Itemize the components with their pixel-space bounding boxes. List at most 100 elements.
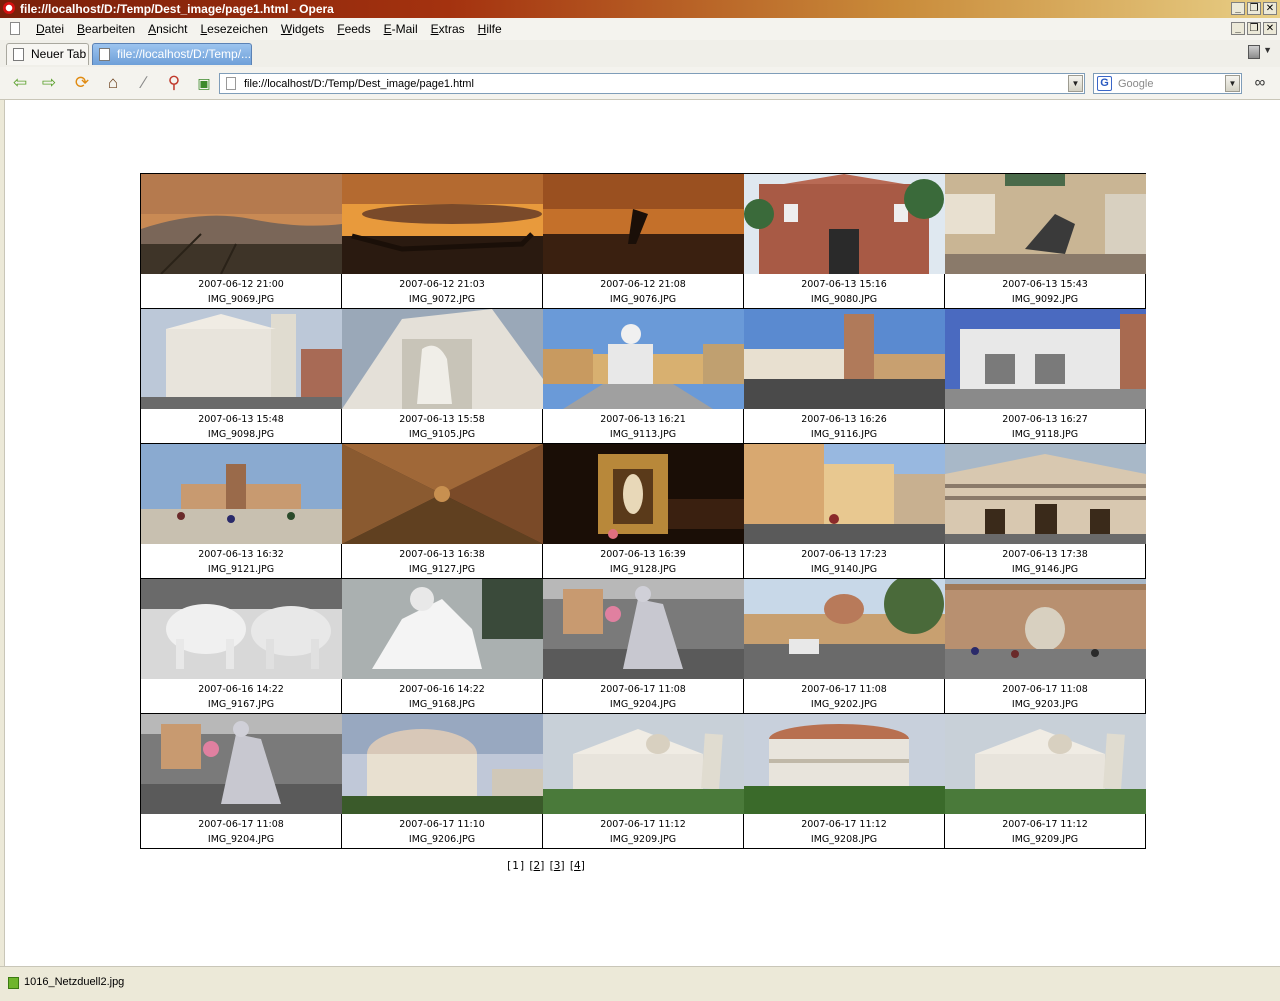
pagination: [1] [2] [3] [4] bbox=[5, 860, 1087, 872]
photo-thumbnail[interactable] bbox=[945, 309, 1146, 409]
doc-close-button[interactable]: ✕ bbox=[1263, 22, 1277, 35]
chevron-down-icon[interactable]: ▼ bbox=[1263, 45, 1272, 55]
photo-thumbnail[interactable] bbox=[945, 579, 1146, 679]
photo-filename: IMG_9069.JPG bbox=[207, 294, 275, 305]
photo-image bbox=[342, 174, 543, 274]
photo-date: 2007-06-13 16:38 bbox=[399, 549, 485, 560]
photo-thumbnail[interactable] bbox=[342, 579, 543, 679]
photo-thumbnail[interactable] bbox=[945, 714, 1146, 814]
photo-filename: IMG_9168.JPG bbox=[408, 699, 476, 710]
gallery-cell: 2007-06-13 15:58 IMG_9105.JPG bbox=[341, 308, 543, 444]
tab-bar: Neuer Tab file://localhost/D:/Temp/... bbox=[0, 40, 1280, 68]
search-dropdown-icon[interactable]: ▼ bbox=[1225, 75, 1240, 92]
photo-thumbnail[interactable] bbox=[141, 444, 342, 544]
photo-thumbnail[interactable] bbox=[543, 714, 744, 814]
gallery-cell: 2007-06-13 15:48 IMG_9098.JPG bbox=[140, 308, 342, 444]
document-icon[interactable] bbox=[10, 22, 20, 35]
photo-caption: 2007-06-13 16:32 IMG_9121.JPG bbox=[141, 547, 341, 577]
photo-thumbnail[interactable] bbox=[543, 444, 744, 544]
photo-caption: 2007-06-13 15:58 IMG_9105.JPG bbox=[342, 412, 542, 442]
photo-thumbnail[interactable] bbox=[141, 714, 342, 814]
address-toolbar: ⇦ ⇨ ⟳ ⌂ ∕ ⚲ ▣ ▼ G ▼ ∞ bbox=[0, 67, 1280, 100]
trash-icon[interactable] bbox=[1248, 45, 1260, 59]
photo-thumbnail[interactable] bbox=[342, 309, 543, 409]
gallery-cell: 2007-06-17 11:08 IMG_9202.JPG bbox=[743, 578, 945, 714]
photo-thumbnail[interactable] bbox=[945, 444, 1146, 544]
photo-image bbox=[744, 579, 945, 679]
glasses-icon[interactable]: ∞ bbox=[1249, 72, 1271, 94]
url-input[interactable] bbox=[244, 75, 1064, 92]
wand-icon[interactable]: ∕ bbox=[133, 72, 155, 94]
gallery-row: 2007-06-13 15:48 IMG_9098.JPG 2007-06-13 1… bbox=[140, 308, 1146, 444]
photo-filename: IMG_9203.JPG bbox=[1011, 699, 1079, 710]
doc-restore-button[interactable]: ❐ bbox=[1247, 22, 1261, 35]
photo-image bbox=[744, 174, 945, 274]
photo-caption: 2007-06-17 11:12 IMG_9209.JPG bbox=[945, 817, 1145, 847]
google-icon[interactable]: G bbox=[1097, 76, 1112, 91]
photo-thumbnail[interactable] bbox=[141, 174, 342, 274]
photo-thumbnail[interactable] bbox=[744, 309, 945, 409]
minimize-button[interactable]: _ bbox=[1231, 2, 1245, 15]
gallery-cell: 2007-06-13 15:43 IMG_9092.JPG bbox=[944, 173, 1146, 309]
page-current: [1] bbox=[507, 860, 525, 872]
photo-thumbnail[interactable] bbox=[744, 714, 945, 814]
photo-image bbox=[342, 714, 543, 814]
menu-bearbeiten[interactable]: Bearbeiten bbox=[77, 22, 135, 36]
page-link: [3] bbox=[549, 860, 565, 872]
address-dropdown-icon[interactable]: ▼ bbox=[1068, 75, 1083, 92]
photo-filename: IMG_9076.JPG bbox=[609, 294, 677, 305]
tab-current-page[interactable]: file://localhost/D:/Temp/... bbox=[92, 43, 252, 65]
photo-date: 2007-06-17 11:08 bbox=[1002, 684, 1088, 695]
photo-thumbnail[interactable] bbox=[543, 309, 744, 409]
photo-thumbnail[interactable] bbox=[141, 579, 342, 679]
photo-caption: 2007-06-13 16:38 IMG_9127.JPG bbox=[342, 547, 542, 577]
photo-image bbox=[945, 174, 1146, 274]
photo-thumbnail[interactable] bbox=[543, 579, 744, 679]
bookmark-icon[interactable]: ▣ bbox=[193, 72, 215, 94]
photo-image bbox=[945, 579, 1146, 679]
page-2-link[interactable]: 2 bbox=[534, 860, 541, 872]
home-icon[interactable]: ⌂ bbox=[102, 72, 124, 94]
photo-image bbox=[543, 714, 744, 814]
photo-caption: 2007-06-12 21:08 IMG_9076.JPG bbox=[543, 277, 743, 307]
photo-date: 2007-06-13 17:23 bbox=[801, 549, 887, 560]
menu-widgets[interactable]: Widgets bbox=[281, 22, 324, 36]
photo-thumbnail[interactable] bbox=[945, 174, 1146, 274]
gallery-cell: 2007-06-13 16:27 IMG_9118.JPG bbox=[944, 308, 1146, 444]
photo-thumbnail[interactable] bbox=[342, 714, 543, 814]
photo-caption: 2007-06-17 11:08 IMG_9204.JPG bbox=[543, 682, 743, 712]
photo-thumbnail[interactable] bbox=[744, 444, 945, 544]
photo-thumbnail[interactable] bbox=[744, 174, 945, 274]
photo-thumbnail[interactable] bbox=[342, 174, 543, 274]
photo-filename: IMG_9072.JPG bbox=[408, 294, 476, 305]
photo-thumbnail[interactable] bbox=[141, 309, 342, 409]
photo-thumbnail[interactable] bbox=[744, 579, 945, 679]
menu-hilfe[interactable]: Hilfe bbox=[478, 22, 502, 36]
page-3-link[interactable]: 3 bbox=[554, 860, 561, 872]
window-controls: _ ❐ ✕ bbox=[1231, 2, 1277, 15]
doc-minimize-button[interactable]: _ bbox=[1231, 22, 1245, 35]
menu-extras[interactable]: Extras bbox=[431, 22, 465, 36]
search-input[interactable] bbox=[1118, 75, 1218, 92]
search-icon[interactable]: ⚲ bbox=[163, 72, 185, 94]
photo-caption: 2007-06-12 21:03 IMG_9072.JPG bbox=[342, 277, 542, 307]
photo-date: 2007-06-17 11:10 bbox=[399, 819, 485, 830]
menu-ansicht[interactable]: Ansicht bbox=[148, 22, 187, 36]
photo-filename: IMG_9140.JPG bbox=[810, 564, 878, 575]
photo-date: 2007-06-12 21:08 bbox=[600, 279, 686, 290]
menu-datei[interactable]: Datei bbox=[36, 22, 64, 36]
opera-logo-icon bbox=[3, 2, 15, 14]
photo-image bbox=[342, 579, 543, 679]
menu-lesezeichen[interactable]: Lesezeichen bbox=[200, 22, 267, 36]
forward-icon[interactable]: ⇨ bbox=[38, 72, 60, 94]
photo-thumbnail[interactable] bbox=[342, 444, 543, 544]
page-4-link[interactable]: 4 bbox=[574, 860, 581, 872]
tab-neuer-tab[interactable]: Neuer Tab bbox=[6, 43, 89, 65]
menu-feeds[interactable]: Feeds bbox=[337, 22, 370, 36]
close-button[interactable]: ✕ bbox=[1263, 2, 1277, 15]
photo-thumbnail[interactable] bbox=[543, 174, 744, 274]
menu-email[interactable]: E-Mail bbox=[384, 22, 418, 36]
reload-icon[interactable]: ⟳ bbox=[71, 72, 93, 94]
back-icon[interactable]: ⇦ bbox=[9, 72, 31, 94]
restore-button[interactable]: ❐ bbox=[1247, 2, 1261, 15]
